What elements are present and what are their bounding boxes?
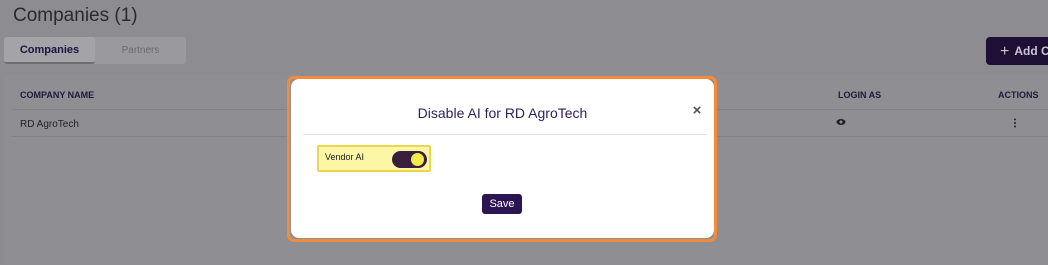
vendor-ai-toggle[interactable]	[392, 151, 427, 168]
toggle-knob	[411, 153, 424, 166]
vendor-ai-field: Vendor AI	[317, 145, 431, 172]
close-icon[interactable]: ×	[690, 103, 704, 118]
dialog-title: Disable AI for RD AgroTech	[417, 105, 588, 121]
save-button[interactable]: Save	[482, 194, 522, 214]
dialog-divider	[303, 134, 706, 135]
disable-ai-dialog: Disable AI for RD AgroTech × Vendor AI S…	[291, 79, 714, 238]
vendor-ai-label: Vendor AI	[325, 152, 365, 162]
